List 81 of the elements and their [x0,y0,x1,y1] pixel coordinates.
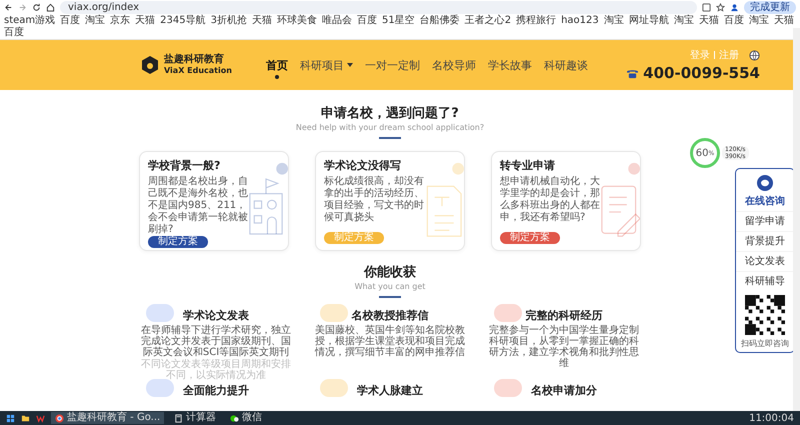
nav-link[interactable]: 科研项目 [300,52,353,78]
nav-link[interactable]: 学长故事 [488,52,532,78]
qr-caption: 扫码立即咨询 [741,338,789,349]
logo-icon [140,55,160,75]
logo-subtitle: ViaX Education [164,65,232,76]
profile-icon[interactable] [730,3,739,12]
start-icon[interactable] [6,414,15,422]
taskbar-app[interactable]: 微信 [226,412,266,424]
bookmark[interactable]: hao123 [561,15,599,27]
chat-icon[interactable] [757,175,773,191]
nav-link[interactable]: 科研趣谈 [544,52,588,78]
benefit-title: 完整的科研经历 [526,308,602,323]
caret-icon[interactable] [346,63,353,67]
phone-number: 400-0099-554 [643,64,760,82]
browser-icon [55,414,64,422]
taskbar-app[interactable]: 盐趣科研教育 - Go... [51,412,164,424]
bookmark[interactable]: 天猫 [252,15,272,27]
bookmark[interactable]: 2345导航 [160,15,206,27]
section-title: 申请名校，遇到问题了? [321,105,459,122]
bookmark[interactable]: 携程旅行 [516,15,556,27]
bookmark[interactable]: 天猫 [774,15,794,27]
card-text: 周围都是名校出身，自己既不是海外名校，也不是国内985、211，会不会申请第一轮就被刷掉? [148,176,249,236]
home-icon[interactable] [46,3,55,12]
globe-icon[interactable] [749,50,760,60]
phone-icon [626,68,640,78]
bookmark[interactable]: 百度 [60,15,80,27]
bookmark[interactable]: 淘宝 [85,15,106,27]
address-bar[interactable]: viax.org/index [60,1,697,14]
bookmark[interactable]: 王者之心2 [464,15,512,27]
letter-w-icon[interactable] [36,414,45,422]
bookmark[interactable]: 淘宝 [674,15,694,27]
card-text: 想申请机械自动化，大学里学的却是会计，那么多科班出身的人都在申，我还有希望吗? [500,176,601,224]
bookmark[interactable]: 百度 [4,27,24,39]
bookmark[interactable]: 唯品会 [322,15,352,27]
update-button[interactable]: 完成更新 [744,1,796,14]
logo-name: 盐趣科研教育 [164,54,225,65]
taskbar-app[interactable]: 计算器 [170,412,220,424]
nav-link[interactable]: 名校导师 [432,52,476,78]
benefit-text: 在导师辅导下进行学术研究，独立完成论文并发表于国家级期刊、国际英文会议和SCI等国际英文期刊 [140,325,292,358]
section-subtitle: Need help with your dream school application? [296,123,484,132]
bookmark[interactable]: 百度 [356,15,377,27]
bookmark[interactable]: 天猫 [135,15,156,27]
benefit-note: 不同论文发表等级项目周期和安排不同，以实际情况为准 [140,359,292,381]
benefit-text: 完整参与一个为中国学生量身定制科研项目，从零到一掌握正确的科研方法，建立学术视角和批判性思维 [488,325,640,369]
benefit-title: 学术论文发表 [183,308,249,323]
bookmark[interactable]: 网址导航 [628,15,669,27]
bookmark[interactable]: 淘宝 [604,15,624,27]
plan-button[interactable]: 制定方案 [148,236,208,248]
bookmark[interactable]: steam游戏 [4,15,56,27]
scrollbar[interactable] [793,28,800,411]
calculator-icon [174,414,184,422]
bookmark[interactable]: 3折机抢 [210,15,247,27]
benefit-title: 全面能力提升 [183,383,249,398]
bookmark[interactable]: 淘宝 [748,15,769,27]
section-subtitle: What you can get [354,282,426,291]
clock: 11:00:04 [749,412,794,424]
bookmark[interactable]: 51星空 [382,15,415,27]
bookmark[interactable]: 台船佛委 [420,15,460,27]
benefit-text: 美国藤校、英国牛剑等知名院校教授，根据学生课堂表现和项目完成情况，撰写细节丰富的网申推荐信 [314,325,466,358]
card-title: 学校背景一般? [148,158,222,173]
card-title: 学术论文没得写 [324,158,402,173]
section-title: 你能收获 [364,264,416,281]
bookmark[interactable]: 京东 [110,15,130,27]
nav-link[interactable]: 一对一定制 [364,52,420,78]
nav-link[interactable]: 首页 [266,52,288,78]
bookmark[interactable]: 百度 [724,15,744,27]
folder-icon[interactable] [21,414,30,422]
back-icon[interactable] [4,3,13,12]
reload-icon[interactable] [32,3,41,12]
chat-bubbles-icon [230,414,240,422]
bookmark[interactable]: 天猫 [698,15,719,27]
benefit-title: 名校教授推荐信 [352,308,428,323]
benefit-title: 学术人脉建立 [357,383,423,398]
benefit-title: 名校申请加分 [531,383,597,398]
qr-code-icon [745,295,785,335]
card-text: 标化成绩很高，却没有拿的出手的活动经历、项目经验，写文书的时候可真挠头 [324,176,425,224]
star-icon[interactable] [716,3,725,12]
bookmark[interactable]: 环球美食 [276,15,317,27]
plan-button[interactable]: 制定方案 [500,232,560,244]
online-consult-link[interactable]: 在线咨询 [745,194,785,208]
card-title: 转专业申请 [500,158,556,173]
